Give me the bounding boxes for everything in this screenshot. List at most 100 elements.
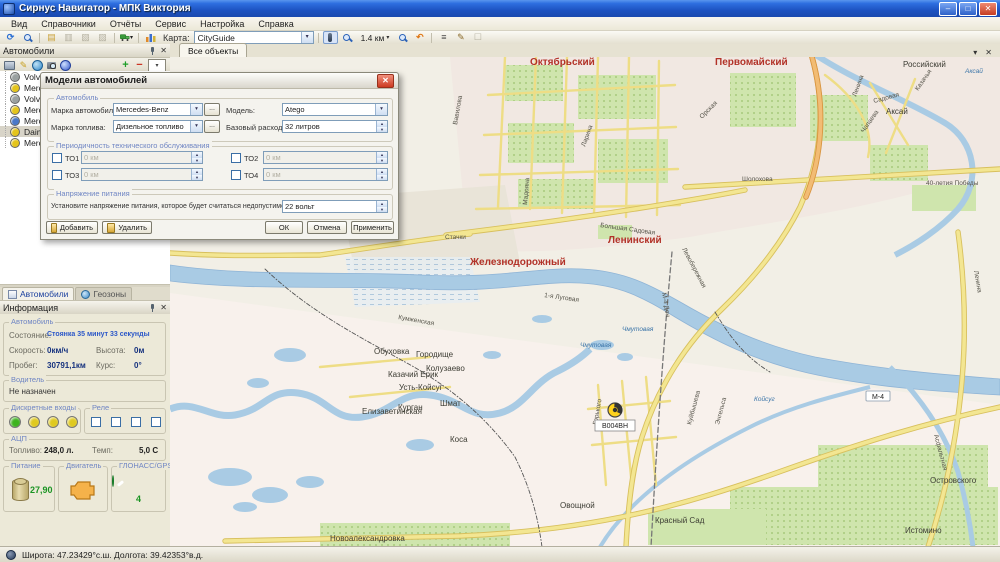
dialog-close-button[interactable]: ✕ — [377, 74, 394, 88]
tab-geozones[interactable]: Геозоны — [75, 287, 132, 300]
map-label: Усть-Койсуг — [399, 383, 443, 392]
zoom-in-button[interactable] — [340, 31, 355, 44]
to4-checkbox[interactable]: ТО4 — [231, 170, 258, 180]
battery-icon — [12, 479, 29, 501]
to2-checkbox[interactable]: ТО2 — [231, 153, 258, 163]
show-on-map-button[interactable] — [32, 60, 43, 71]
chevron-down-icon: ▾ — [386, 34, 389, 41]
search-button[interactable] — [20, 31, 35, 44]
input-led — [28, 416, 40, 428]
minimize-button[interactable]: – — [939, 2, 957, 16]
reports-chart-button[interactable] — [143, 31, 158, 44]
svg-text:М-4: М-4 — [872, 394, 884, 401]
print-map-button[interactable]: ▥ — [61, 31, 76, 44]
course-label: Курс: — [96, 361, 115, 370]
speed-value: 0км/ч — [47, 346, 68, 355]
maximize-button[interactable]: □ — [959, 2, 977, 16]
satellites-count: 4 — [136, 494, 141, 504]
to1-spinner[interactable]: 0 км ▴▾ — [81, 151, 203, 164]
map-panel-dropdown[interactable]: ▾ — [973, 49, 977, 57]
fuel-type-combobox[interactable]: Дизельное топливо ▾ — [113, 120, 203, 133]
apply-button[interactable]: Применить — [351, 221, 394, 234]
map-label: Койсуг — [754, 395, 775, 403]
tab-vehicles[interactable]: Автомобили — [2, 287, 74, 300]
fuel-more-button[interactable]: ... — [204, 120, 220, 133]
menu-bar: Вид Справочники Отчёты Сервис Настройка … — [0, 17, 1000, 31]
map-panel-close[interactable]: ✕ — [985, 49, 992, 57]
menu-help[interactable]: Справка — [251, 19, 300, 29]
chevron-down-icon: ▾ — [155, 62, 158, 69]
delete-model-button[interactable]: Удалить — [102, 221, 152, 234]
ok-button[interactable]: ОК — [265, 221, 303, 234]
menu-directories[interactable]: Справочники — [34, 19, 103, 29]
power-group: Питание 27,90 — [3, 466, 55, 512]
toolbar-separator — [138, 33, 139, 43]
pin-icon[interactable] — [149, 47, 156, 54]
scale-select[interactable]: 1.4 км ▾ — [357, 31, 394, 44]
add-model-button[interactable]: Добавить — [46, 221, 98, 234]
legend-button[interactable]: ≡ — [436, 31, 451, 44]
zoom-out-button[interactable] — [395, 31, 410, 44]
back-button[interactable]: ↶ — [412, 31, 427, 44]
select-icon: ☐ — [474, 33, 482, 42]
menu-view[interactable]: Вид — [4, 19, 34, 29]
model-combobox[interactable]: Atego ▾ — [282, 103, 388, 116]
close-window-button[interactable]: ✕ — [979, 2, 997, 16]
chevron-down-icon: ▾ — [190, 121, 202, 132]
minus-icon: − — [136, 60, 142, 71]
dialog-vehicle-models: Модели автомобилей ✕ Автомобиль Марка ав… — [40, 72, 399, 240]
menu-settings[interactable]: Настройка — [193, 19, 251, 29]
follow-vehicle-button[interactable] — [323, 31, 338, 44]
dialog-titlebar[interactable]: Модели автомобилей ✕ — [41, 73, 398, 89]
view-mode-dropdown[interactable]: ▾ — [148, 59, 166, 72]
vehicles-filter-button[interactable]: ▾ — [119, 31, 134, 44]
to1-checkbox[interactable]: ТО1 — [52, 153, 79, 163]
open-map-button[interactable]: ▤ — [44, 31, 59, 44]
edit-icon: ✎ — [457, 33, 465, 42]
menu-service[interactable]: Сервис — [148, 19, 193, 29]
spinner-arrows: ▴▾ — [376, 152, 387, 163]
close-panel-button[interactable]: ✕ — [160, 304, 167, 312]
measure-button[interactable]: ▨ — [95, 31, 110, 44]
consumption-spinner[interactable]: 32 литров ▴▾ — [282, 120, 388, 133]
tab-all-objects[interactable]: Все объекты — [179, 43, 247, 57]
toolbar-separator — [114, 33, 115, 43]
snapshot-button[interactable] — [46, 60, 57, 71]
remove-vehicle-button[interactable]: − — [134, 60, 145, 71]
to2-spinner[interactable]: 0 км ▴▾ — [263, 151, 388, 164]
to3-checkbox[interactable]: ТО3 — [52, 170, 79, 180]
notes-button[interactable]: ✎ — [453, 31, 468, 44]
window-titlebar[interactable]: Сирнус Навигатор - МПК Виктория – □ ✕ — [0, 0, 1000, 17]
close-panel-button[interactable]: ✕ — [160, 47, 167, 55]
voltage-spinner[interactable]: 22 вольт ▴▾ — [282, 200, 388, 213]
refresh-button[interactable]: ⟳ — [3, 31, 18, 44]
print-list-button[interactable] — [4, 60, 15, 71]
cancel-button[interactable]: Отмена — [307, 221, 347, 234]
add-vehicle-button[interactable]: + — [120, 60, 131, 71]
edit-vehicle-button[interactable]: ✎ — [18, 60, 29, 71]
menu-reports[interactable]: Отчёты — [103, 19, 148, 29]
copy-button[interactable]: ▧ — [78, 31, 93, 44]
highway-badge: М-4 — [866, 391, 890, 401]
map-label: Колузаево — [426, 364, 465, 373]
map-label: Карта: — [163, 33, 190, 43]
spinner-arrows[interactable]: ▴▾ — [376, 201, 387, 212]
relay-checkbox[interactable] — [131, 417, 141, 427]
to3-spinner[interactable]: 0 км ▴▾ — [81, 168, 203, 181]
mileage-label: Пробег: — [9, 361, 38, 370]
brand-more-button[interactable]: ... — [204, 103, 220, 116]
relay-checkbox[interactable] — [151, 417, 161, 427]
brand-combobox[interactable]: Mercedes-Benz ▾ — [113, 103, 203, 116]
consumption-label: Базовый расход: — [226, 123, 284, 132]
status-bar: Широта: 47.23429°с.ш. Долгота: 39.42353°… — [0, 546, 1000, 562]
pin-icon[interactable] — [149, 304, 156, 311]
vehicle-status-icon — [10, 83, 20, 93]
gps-group: ГЛОНАСС/GPS 4 — [111, 466, 166, 512]
voltage-value: 27,90 — [30, 485, 53, 495]
relay-checkbox[interactable] — [91, 417, 101, 427]
web-button[interactable] — [60, 60, 71, 71]
to4-spinner[interactable]: 0 км ▴▾ — [263, 168, 388, 181]
select-tool-button[interactable]: ☐ — [470, 31, 485, 44]
relay-checkbox[interactable] — [111, 417, 121, 427]
spinner-arrows[interactable]: ▴▾ — [376, 121, 387, 132]
